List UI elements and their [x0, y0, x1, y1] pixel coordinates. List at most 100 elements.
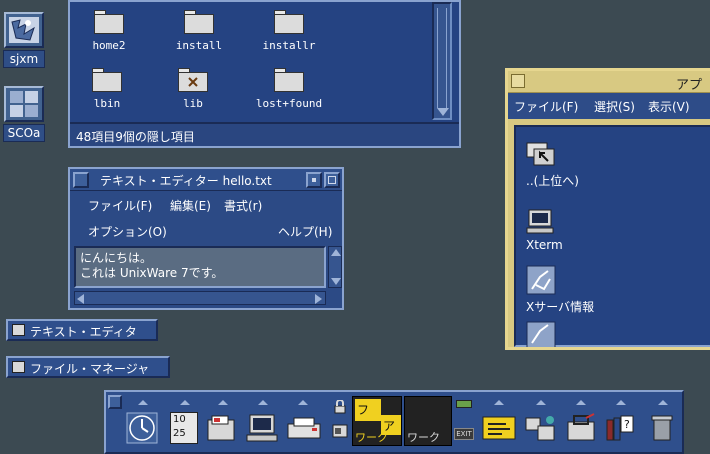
workspace-1[interactable]: フ ア ワーク: [352, 396, 402, 446]
text-line: これは UnixWare 7です。: [80, 266, 224, 280]
minimized-label: ファイル・マネージャ: [30, 362, 150, 376]
workspace-2[interactable]: ワーク: [404, 396, 452, 446]
scoa-icon: [4, 86, 44, 122]
editor-textarea[interactable]: にんにちは。 これは UnixWare 7です。: [74, 246, 326, 288]
calendar-icon: 10 25: [170, 412, 198, 444]
minimized-file-manager[interactable]: ファイル・マネージャ: [6, 356, 170, 378]
xserver-icon: [526, 265, 556, 295]
exit-button[interactable]: EXIT: [454, 428, 474, 440]
sjxm-label: sjxm: [3, 50, 45, 68]
mail-launcher[interactable]: [204, 400, 242, 444]
calendar-top: 10: [173, 414, 186, 425]
file-item[interactable]: lib: [158, 68, 228, 110]
scoa-label: SCOa: [3, 124, 45, 142]
scroll-left-icon[interactable]: [77, 294, 84, 304]
scroll-down-icon[interactable]: [437, 108, 449, 116]
file-manager-window: home2 install installr lbin lib lost+fou…: [68, 0, 461, 148]
desktop-icon-sjxm[interactable]: sjxm: [3, 12, 45, 68]
network-launcher[interactable]: [522, 400, 560, 444]
file-item[interactable]: home2: [74, 10, 144, 52]
clock-icon: [126, 412, 158, 444]
exit-column: EXIT: [454, 398, 474, 448]
printer-launcher[interactable]: [284, 400, 322, 444]
bottom-panel: 10 25 フ ア ワーク ワーク EXIT ?: [104, 390, 684, 454]
lock-icon[interactable]: [334, 400, 346, 414]
file-label: lbin: [93, 97, 121, 110]
menu-file[interactable]: ファイル(F): [88, 197, 152, 214]
file-item[interactable]: install: [164, 10, 234, 52]
app-icon: [526, 321, 556, 349]
admin-launcher[interactable]: [562, 400, 600, 444]
window-menu-button[interactable]: [73, 172, 89, 188]
menu-file[interactable]: ファイル(F): [514, 98, 578, 115]
maximize-button[interactable]: [324, 172, 340, 188]
calendar-bottom: 25: [173, 428, 186, 439]
help-books-launcher[interactable]: ?: [602, 400, 640, 444]
terminal-icon: [246, 414, 278, 442]
app-item-parent[interactable]: ..(上位へ): [526, 141, 579, 189]
editor-hscrollbar[interactable]: [74, 291, 326, 305]
editor-vscrollbar[interactable]: [328, 246, 342, 288]
admin-toolbox-icon: [567, 413, 595, 441]
app-content: ..(上位へ) Xterm Xサーバ情報: [514, 125, 710, 350]
file-item[interactable]: lbin: [72, 68, 142, 110]
app-item-partial[interactable]: [526, 321, 556, 350]
minimize-button[interactable]: [306, 172, 322, 188]
terminal-launcher[interactable]: [244, 400, 282, 444]
file-item[interactable]: lost+found: [254, 68, 324, 110]
desktop-icon-scoa[interactable]: SCOa: [3, 86, 45, 142]
file-label: lost+found: [255, 97, 323, 110]
file-label: lib: [183, 97, 203, 110]
folder-link-icon: [178, 68, 208, 92]
menu-select[interactable]: 選択(S): [594, 98, 635, 115]
app-titlebar[interactable]: アプ: [508, 71, 710, 93]
text-line: にんにちは。: [80, 251, 153, 265]
app-item-xterm[interactable]: Xterm: [526, 209, 563, 252]
editor-title: テキスト・エディター hello.txt: [100, 174, 272, 188]
lock-column: [330, 398, 350, 448]
text-editor-window: テキスト・エディター hello.txt ファイル(F) 編集(E) 書式(r)…: [68, 167, 344, 310]
editor-icon: [12, 324, 25, 336]
trash-icon: [651, 415, 673, 441]
help-launcher[interactable]: [480, 400, 518, 444]
app-item-xserver-info[interactable]: Xサーバ情報: [526, 265, 594, 315]
file-label: home2: [92, 39, 126, 52]
window-list-icon[interactable]: [332, 424, 348, 438]
scroll-right-icon[interactable]: [315, 294, 322, 304]
file-grid: home2 install installr lbin lib lost+fou…: [72, 2, 434, 120]
editor-titlebar[interactable]: テキスト・エディター hello.txt: [70, 169, 342, 191]
file-manager-icon: [12, 361, 25, 373]
panel-menu-button[interactable]: [108, 395, 122, 409]
app-menubar: ファイル(F) 選択(S) 表示(V): [508, 93, 710, 119]
workspace-mini-window: フ: [355, 399, 381, 421]
folder-up-icon: [526, 142, 555, 166]
mail-icon: [207, 415, 235, 441]
menu-options[interactable]: オプション(O): [88, 223, 167, 240]
clock-launcher[interactable]: [124, 400, 162, 444]
file-manager-status: 48項目9個の隠し項目: [70, 122, 459, 146]
status-indicator: [456, 400, 472, 408]
scroll-down-icon[interactable]: [331, 278, 341, 285]
minimized-text-editor[interactable]: テキスト・エディタ: [6, 319, 158, 341]
scroll-up-icon[interactable]: [331, 249, 341, 256]
file-item[interactable]: installr: [254, 10, 324, 52]
workspace-label: ワーク: [407, 431, 440, 444]
file-manager-vscrollbar[interactable]: [432, 2, 452, 120]
network-icon: [525, 416, 555, 441]
app-item-label: Xterm: [526, 238, 563, 252]
app-title: アプ: [676, 78, 703, 93]
file-label: install: [175, 39, 223, 52]
calendar-launcher[interactable]: 10 25: [166, 400, 204, 444]
menu-view[interactable]: 表示(V): [648, 98, 690, 115]
menu-format[interactable]: 書式(r): [224, 197, 262, 214]
folder-icon: [274, 68, 304, 92]
trash-launcher[interactable]: [644, 400, 682, 444]
printer-icon: [287, 417, 321, 439]
menu-help[interactable]: ヘルプ(H): [278, 223, 332, 240]
folder-icon: [184, 10, 214, 34]
menu-edit[interactable]: 編集(E): [170, 197, 211, 214]
help-books-icon: ?: [606, 415, 634, 441]
window-menu-button[interactable]: [511, 74, 525, 88]
folder-icon: [94, 10, 124, 34]
app-item-label: Xサーバ情報: [526, 300, 595, 314]
